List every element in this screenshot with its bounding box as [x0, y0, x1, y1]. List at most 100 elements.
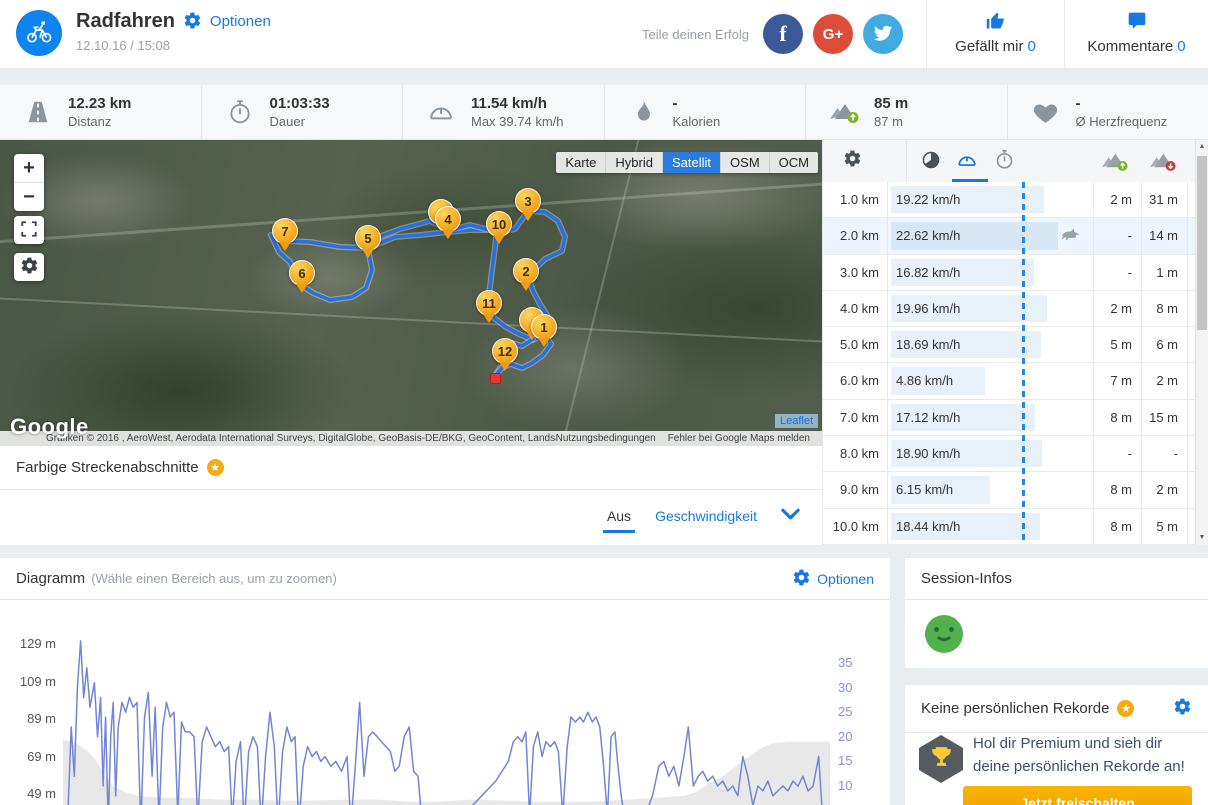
trophy-badge [919, 735, 963, 783]
unlock-premium-button[interactable]: Jetzt freischalten [963, 786, 1192, 805]
like-button[interactable]: Gefällt mir 0 [926, 0, 1064, 68]
speed-tick: 25 [838, 704, 853, 720]
split-elevation-down: 1 m [1141, 254, 1187, 290]
stat-distance: 12.23 km Distanz [0, 85, 202, 139]
route-marker-4[interactable]: 4 [435, 206, 461, 232]
map-canvas[interactable]: 3 4 5 7 6 2 10 11 1 12 Karte Hybrid Satellit OSM OCM … [0, 140, 822, 446]
googleplus-share-button[interactable]: G+ [813, 14, 853, 54]
split-row-filler [1187, 182, 1195, 218]
split-distance: 7.0 km [839, 409, 879, 425]
tab-pace-icon[interactable] [920, 149, 942, 174]
split-row[interactable]: 5.0 km 18.69 km/h 5 m6 m [823, 327, 1195, 364]
split-row[interactable]: 2.0 km 22.62 km/h -14 m [823, 218, 1195, 255]
map-settings-button[interactable] [14, 253, 44, 281]
stat-heartrate: -Ø Herzfrequenz [1008, 85, 1208, 139]
split-elevation-up: 8 m [1093, 399, 1141, 436]
split-row[interactable]: 9.0 km 6.15 km/h 8 m2 m [823, 472, 1195, 509]
route-marker-12[interactable]: 12 [492, 338, 518, 364]
route-marker-1[interactable]: 1 [531, 314, 557, 340]
route-marker-7[interactable]: 7 [272, 218, 298, 244]
split-row[interactable]: 4.0 km 19.96 km/h 2 m8 m [823, 290, 1195, 328]
main-card: 12.23 km Distanz 01:03:33 Dauer 11.54 km/h… [0, 85, 1208, 545]
column-elevation-down-icon [1149, 150, 1176, 175]
route-marker-2[interactable]: 2 [513, 258, 539, 284]
twitter-share-button[interactable] [863, 14, 903, 54]
split-speed: 18.90 km/h [896, 446, 961, 462]
segments-section: Farbige Streckenabschnitte ★ Aus Geschwi… [0, 446, 822, 545]
split-elevation-down: 5 m [1141, 508, 1187, 544]
route-marker-11[interactable]: 11 [476, 290, 502, 316]
diagram-hint: (Wähle einen Bereich aus, um zu zoomen) [91, 571, 337, 586]
diagram-card: Diagramm (Wähle einen Bereich aus, um zu… [0, 558, 890, 805]
split-distance: 9.0 km [839, 482, 879, 498]
split-row[interactable]: 10.0 km 18.44 km/h 8 m5 m [823, 508, 1195, 545]
header-bar: Radfahren Optionen 12.10.16 / 15:08 Teil… [0, 0, 1208, 68]
route-marker-10[interactable]: 10 [486, 211, 512, 237]
scroll-up-arrow[interactable]: ▲ [1196, 140, 1208, 154]
diagram-svg[interactable] [63, 620, 830, 805]
fullscreen-icon [20, 220, 38, 241]
records-settings-icon[interactable] [1173, 697, 1192, 720]
split-distance: 2.0 km [839, 228, 879, 244]
comment-bubble-icon [1127, 12, 1147, 34]
segments-speed-tab[interactable]: Geschwindigkeit [655, 508, 757, 524]
map-attribution: Grafiken © 2016 , AeroWest, Aerodata Int… [0, 431, 822, 446]
diagram-options-link[interactable]: Optionen [817, 571, 874, 587]
report-error-link[interactable]: Fehler bei Google Maps melden [668, 433, 810, 444]
split-row[interactable]: 6.0 km 4.86 km/h 7 m2 m [823, 363, 1195, 400]
scrollbar-thumb[interactable] [1197, 156, 1207, 330]
speed-tick: 20 [838, 728, 853, 744]
split-elevation-down: 14 m [1141, 218, 1187, 254]
options-link[interactable]: Optionen [210, 13, 271, 30]
zoom-in-button[interactable]: + [14, 154, 44, 182]
split-speed: 6.15 km/h [896, 482, 954, 498]
activity-page: Radfahren Optionen 12.10.16 / 15:08 Teil… [0, 0, 1208, 805]
diagram-title: Diagramm [16, 570, 86, 587]
tab-speed-icon[interactable] [956, 149, 978, 174]
like-count: 0 [1027, 38, 1036, 55]
route-marker-3[interactable]: 3 [515, 188, 541, 214]
fullscreen-button[interactable] [14, 216, 44, 244]
map-layer-button[interactable]: Satellit [662, 152, 721, 173]
map-layer-button[interactable]: OSM [720, 152, 769, 173]
comments-label: Kommentare [1087, 38, 1174, 55]
split-row-filler [1187, 508, 1195, 544]
speed-tick: 35 [838, 655, 853, 670]
zoom-out-button[interactable]: − [14, 182, 44, 211]
split-row[interactable]: 8.0 km 18.90 km/h - - [823, 436, 1195, 473]
gear-icon[interactable] [183, 11, 202, 33]
records-card: Keine persönlichen Rekorde ★ Hol dir Pre… [905, 685, 1208, 805]
facebook-share-button[interactable]: f [763, 14, 803, 54]
route-marker-6[interactable]: 6 [289, 260, 315, 286]
stat-duration: 01:03:33 Dauer [202, 85, 403, 139]
stat-elevation: 85 m 87 m [806, 85, 1008, 139]
split-elevation-up: 5 m [1093, 327, 1141, 363]
split-row-filler [1187, 472, 1195, 508]
gear-icon [20, 256, 39, 278]
splits-scrollbar[interactable]: ▲ ▼ [1195, 140, 1208, 545]
map-layer-button[interactable]: OCM [768, 152, 818, 173]
split-row[interactable]: 3.0 km 16.82 km/h -1 m [823, 254, 1195, 291]
share-label: Teile deinen Erfolg [642, 26, 749, 42]
terms-link[interactable]: Nutzungsbedingungen [556, 433, 656, 444]
segments-off-tab[interactable]: Aus [602, 508, 636, 533]
scroll-down-arrow[interactable]: ▼ [1196, 531, 1208, 545]
split-speed: 22.62 km/h [896, 228, 961, 244]
splits-settings-icon[interactable] [843, 149, 862, 171]
elevation-tick: 109 m [19, 673, 56, 689]
split-speed-cell: 18.90 km/h [887, 436, 1093, 472]
split-row[interactable]: 1.0 km 19.22 km/h 2 m 31 m [823, 182, 1195, 219]
split-elevation-up: 2 m [1093, 182, 1141, 218]
split-row-filler [1187, 399, 1195, 436]
leaflet-attribution[interactable]: Leaflet [774, 414, 818, 428]
map-layer-button[interactable]: Hybrid [605, 152, 662, 173]
splits-toolbar [823, 140, 1195, 183]
gear-icon[interactable] [792, 568, 811, 590]
chevron-down-icon[interactable] [781, 508, 800, 524]
split-speed: 19.96 km/h [896, 300, 961, 316]
tab-duration-icon[interactable] [994, 149, 1015, 173]
route-marker-5[interactable]: 5 [355, 225, 381, 251]
comments-button[interactable]: Kommentare 0 [1064, 0, 1208, 68]
map-layer-button[interactable]: Karte [556, 152, 605, 173]
split-row[interactable]: 7.0 km 17.12 km/h 8 m 15 m [823, 399, 1195, 437]
